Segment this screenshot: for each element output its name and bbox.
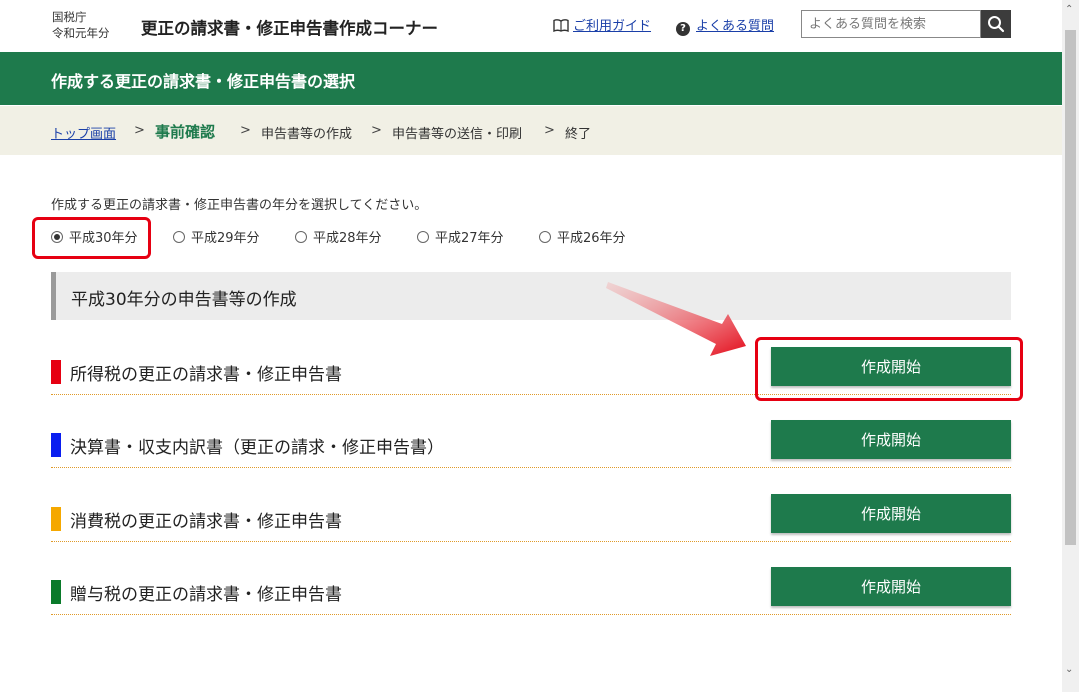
form-row-gift-tax: 贈与税の更正の請求書・修正申告書 作成開始 — [51, 540, 1011, 615]
year-radio-label: 平成28年分 — [313, 231, 382, 246]
breadcrumb-step: 申告書等の送信・印刷 — [392, 127, 523, 142]
tax-year-label: 令和元年分 — [52, 26, 110, 40]
search-button[interactable] — [981, 10, 1011, 38]
site-header: 国税庁 令和元年分 更正の請求書・修正申告書作成コーナー ご利用ガイド ? よくあ… — [0, 0, 1062, 52]
scroll-down-icon[interactable]: ⌄ — [1065, 664, 1073, 675]
radio-unchecked-icon — [539, 231, 551, 243]
guide-link[interactable]: ご利用ガイド — [553, 15, 651, 34]
breadcrumb-step: 終了 — [565, 127, 592, 142]
page-banner: 作成する更正の請求書・修正申告書の選択 — [0, 52, 1062, 105]
radio-unchecked-icon — [417, 231, 429, 243]
breadcrumb-separator: > — [544, 123, 555, 138]
scrollbar-thumb[interactable] — [1065, 30, 1076, 545]
faq-link-label: よくある質問 — [696, 19, 775, 34]
highlight-box-year — [32, 217, 151, 259]
app-title: 更正の請求書・修正申告書作成コーナー — [141, 19, 438, 38]
category-color-bar — [51, 433, 61, 457]
start-button-gift-tax[interactable]: 作成開始 — [771, 567, 1011, 606]
form-row-label: 贈与税の更正の請求書・修正申告書 — [70, 585, 342, 605]
page-title: 作成する更正の請求書・修正申告書の選択 — [51, 72, 356, 91]
form-row-consumption-tax: 消費税の更正の請求書・修正申告書 作成開始 — [51, 467, 1011, 542]
year-radio-label: 平成26年分 — [557, 231, 626, 246]
breadcrumb: トップ画面 > 事前確認 > 申告書等の作成 > 申告書等の送信・印刷 > 終了 — [0, 106, 1062, 155]
breadcrumb-top-link[interactable]: トップ画面 — [51, 123, 116, 142]
start-button-financial-statement[interactable]: 作成開始 — [771, 420, 1011, 459]
question-circle-icon: ? — [676, 22, 690, 36]
scroll-up-icon[interactable]: ⌃ — [1065, 4, 1073, 15]
form-row-label: 所得税の更正の請求書・修正申告書 — [70, 365, 342, 385]
book-icon — [553, 19, 569, 32]
faq-link[interactable]: ? よくある質問 — [676, 15, 774, 36]
year-radio-h26[interactable]: 平成26年分 — [539, 230, 626, 248]
search-icon — [988, 16, 1005, 33]
year-radio-h28[interactable]: 平成28年分 — [295, 230, 382, 248]
section-title: 平成30年分の申告書等の作成 — [71, 290, 297, 310]
radio-unchecked-icon — [173, 231, 185, 243]
red-arrow-icon — [606, 282, 746, 356]
agency-info: 国税庁 令和元年分 — [52, 9, 110, 41]
faq-search-input[interactable] — [801, 10, 981, 38]
breadcrumb-separator: > — [371, 123, 382, 138]
instruction-text: 作成する更正の請求書・修正申告書の年分を選択してください。 — [51, 198, 428, 213]
year-radio-label: 平成29年分 — [191, 231, 260, 246]
agency-name: 国税庁 — [52, 10, 87, 24]
guide-link-label: ご利用ガイド — [573, 19, 652, 34]
start-button-consumption-tax[interactable]: 作成開始 — [771, 494, 1011, 533]
highlight-box-start-button — [755, 337, 1023, 401]
category-color-bar — [51, 360, 61, 384]
form-row-financial-statement: 決算書・収支内訳書（更正の請求・修正申告書） 作成開始 — [51, 393, 1011, 468]
breadcrumb-step: 申告書等の作成 — [261, 127, 353, 142]
form-row-label: 決算書・収支内訳書（更正の請求・修正申告書） — [70, 438, 444, 458]
year-radio-h29[interactable]: 平成29年分 — [173, 230, 260, 248]
breadcrumb-current-step: 事前確認 — [155, 123, 216, 141]
category-color-bar — [51, 580, 61, 604]
form-row-label: 消費税の更正の請求書・修正申告書 — [70, 512, 342, 532]
category-color-bar — [51, 507, 61, 531]
breadcrumb-separator: > — [134, 123, 145, 138]
radio-unchecked-icon — [295, 231, 307, 243]
year-radio-label: 平成27年分 — [435, 231, 504, 246]
section-header: 平成30年分の申告書等の作成 — [51, 272, 1011, 320]
breadcrumb-separator: > — [240, 123, 251, 138]
year-radio-h27[interactable]: 平成27年分 — [417, 230, 504, 248]
